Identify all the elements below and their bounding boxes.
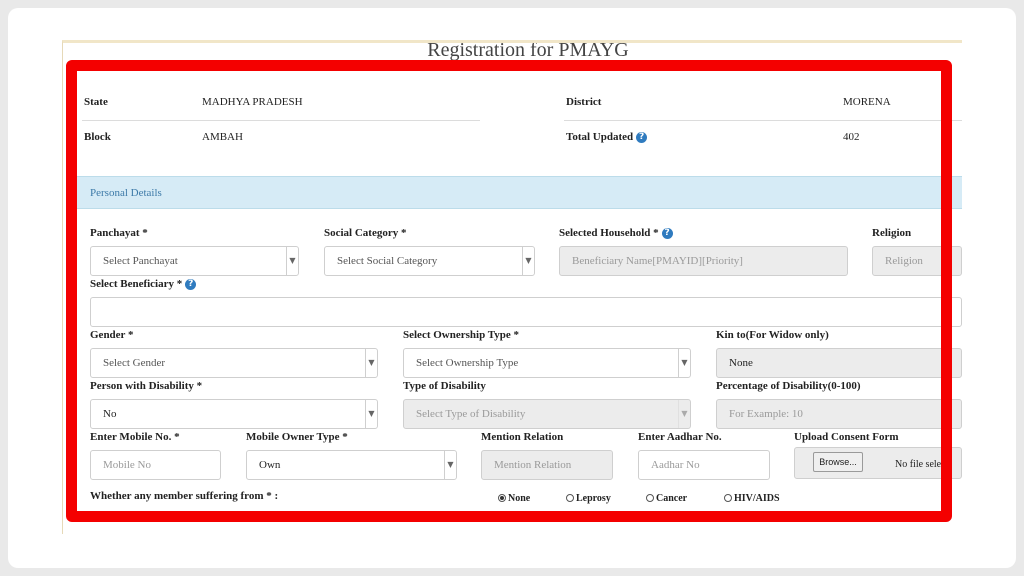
question-circle-icon[interactable]: ? [661, 227, 673, 239]
disability-type-select[interactable]: Select Type of Disability ▼ [403, 399, 691, 429]
disability-select-value: No [103, 408, 117, 420]
caret-down-icon: ▼ [365, 349, 377, 377]
consent-form-label: Upload Consent Form [794, 431, 899, 443]
radio-unchecked-icon [724, 493, 732, 502]
panchayat-select-value: Select Panchayat [103, 255, 178, 267]
selected-household-placeholder: Beneficiary Name[PMAYID][Priority] [572, 255, 743, 267]
total-updated-text: Total Updated [566, 131, 634, 143]
page-title: Registration for PMAYG [427, 40, 629, 61]
suffering-label: Whether any member suffering from * : [90, 490, 279, 502]
file-status: No file sele [895, 459, 942, 470]
selected-household-label: Selected Household *? [559, 227, 673, 239]
disability-type-label: Type of Disability [403, 380, 486, 392]
radio-none[interactable]: None [498, 493, 530, 504]
question-circle-icon[interactable]: ? [185, 278, 197, 290]
caret-down-icon: ▼ [286, 247, 298, 275]
total-updated-value: 402 [843, 131, 860, 143]
question-circle-icon[interactable]: ? [636, 131, 648, 143]
ownership-type-label: Select Ownership Type * [403, 329, 520, 341]
aadhar-label: Enter Aadhar No. [638, 431, 722, 443]
selected-household-field[interactable]: Beneficiary Name[PMAYID][Priority] [559, 246, 848, 276]
caret-down-icon: ▼ [678, 400, 690, 428]
caret-down-icon: ▼ [444, 451, 456, 479]
radio-leprosy-label: Leprosy [576, 493, 611, 504]
state-value: MADHYA PRADESH [202, 96, 303, 108]
district-value: MORENA [843, 96, 891, 108]
mobile-owner-label: Mobile Owner Type * [246, 431, 348, 443]
block-label: Block [84, 131, 111, 143]
radio-unchecked-icon [566, 493, 574, 502]
aadhar-input[interactable]: Aadhar No [638, 450, 770, 480]
caret-down-icon: ▼ [522, 247, 534, 275]
radio-hiv-aids[interactable]: HIV/AIDS [724, 493, 780, 504]
ownership-type-select[interactable]: Select Ownership Type ▼ [403, 348, 691, 378]
caret-down-icon: ▼ [678, 349, 690, 377]
divider [564, 120, 962, 121]
select-beneficiary-text: Select Beneficiary * [90, 278, 183, 290]
disability-type-select-value: Select Type of Disability [416, 408, 526, 420]
gender-label: Gender * [90, 329, 134, 341]
select-beneficiary-input[interactable] [90, 297, 962, 327]
radio-leprosy[interactable]: Leprosy [566, 493, 611, 504]
disability-select[interactable]: No ▼ [90, 399, 378, 429]
kin-label: Kin to(For Widow only) [716, 329, 829, 341]
disability-percentage-input[interactable]: For Example: 10 [716, 399, 962, 429]
divider [82, 120, 480, 121]
social-category-label: Social Category * [324, 227, 407, 239]
panchayat-label: Panchayat * [90, 227, 148, 239]
radio-cancer[interactable]: Cancer [646, 493, 687, 504]
total-updated-label: Total Updated? [566, 131, 648, 143]
personal-details-header: Personal Details [76, 176, 962, 209]
personal-details-title: Personal Details [90, 187, 162, 199]
disability-percentage-placeholder: For Example: 10 [729, 408, 803, 420]
selected-household-text: Selected Household * [559, 227, 659, 239]
radio-unchecked-icon [646, 493, 654, 502]
select-beneficiary-label: Select Beneficiary *? [90, 278, 197, 290]
religion-label: Religion [872, 227, 912, 239]
mobile-label: Enter Mobile No. * [90, 431, 180, 443]
social-category-select[interactable]: Select Social Category ▼ [324, 246, 535, 276]
radio-cancer-label: Cancer [656, 493, 688, 504]
religion-placeholder: Religion [885, 255, 923, 267]
radio-none-label: None [508, 493, 531, 504]
mobile-placeholder: Mobile No [103, 459, 151, 471]
disability-label: Person with Disability * [90, 380, 203, 392]
relation-label: Mention Relation [481, 431, 564, 443]
ownership-type-select-value: Select Ownership Type [416, 357, 519, 369]
relation-input[interactable]: Mention Relation [481, 450, 613, 480]
caret-down-icon: ▼ [365, 400, 377, 428]
aadhar-placeholder: Aadhar No [651, 459, 700, 471]
mobile-owner-select-value: Own [259, 459, 281, 471]
browse-button[interactable]: Browse... [813, 452, 863, 472]
gender-select[interactable]: Select Gender ▼ [90, 348, 378, 378]
kin-select-value: None [729, 357, 753, 369]
disability-percentage-label: Percentage of Disability(0-100) [716, 380, 861, 392]
gender-select-value: Select Gender [103, 357, 165, 369]
mobile-owner-select[interactable]: Own ▼ [246, 450, 457, 480]
panchayat-select[interactable]: Select Panchayat ▼ [90, 246, 299, 276]
social-category-select-value: Select Social Category [337, 255, 438, 267]
state-label: State [84, 96, 108, 108]
mobile-input[interactable]: Mobile No [90, 450, 221, 480]
kin-select[interactable]: None [716, 348, 962, 378]
radio-checked-icon [498, 493, 506, 502]
relation-placeholder: Mention Relation [494, 459, 572, 471]
block-value: AMBAH [202, 131, 243, 143]
radio-hiv-aids-label: HIV/AIDS [734, 493, 780, 504]
district-label: District [566, 96, 602, 108]
religion-field[interactable]: Religion [872, 246, 962, 276]
